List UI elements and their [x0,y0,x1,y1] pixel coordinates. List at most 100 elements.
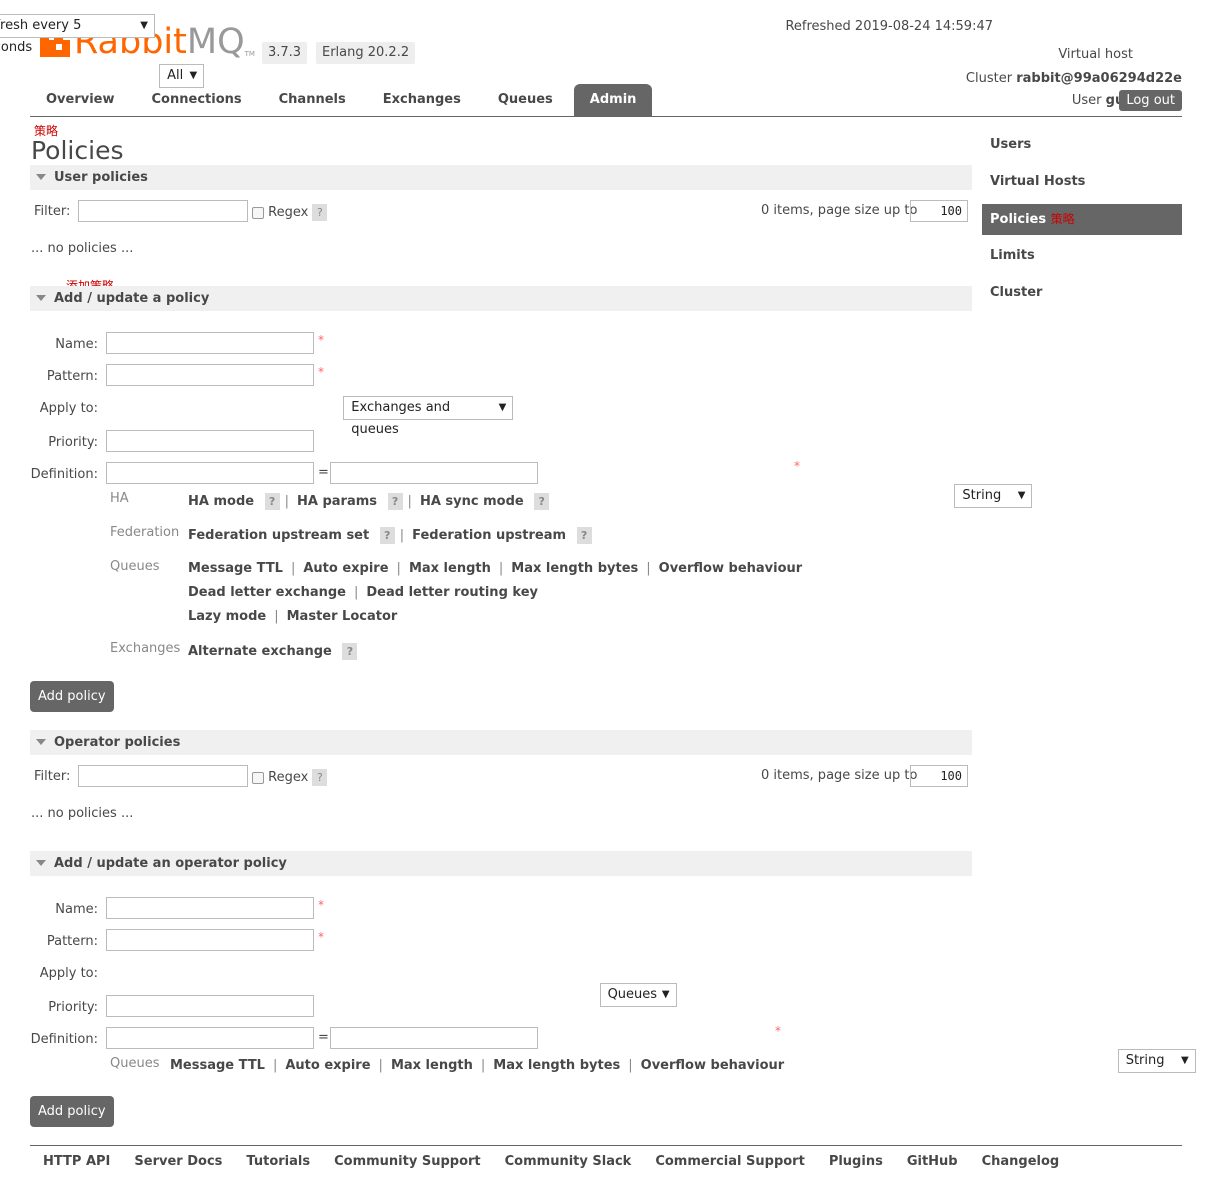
option-auto-expire[interactable]: Auto expire [285,1058,370,1073]
apply-to-select[interactable]: Exchanges and queues ▼ [343,396,514,437]
tab-queues[interactable]: Queues [482,84,569,116]
footer-link-plugins[interactable]: Plugins [817,1146,895,1178]
tab-exchanges[interactable]: Exchanges [367,84,477,116]
footer-link-http-api[interactable]: HTTP API [31,1146,122,1178]
sidebar-policies-annotation: 策略 [1050,212,1075,226]
option-dead-letter-routing-key[interactable]: Dead letter routing key [366,585,538,600]
page-title: Policies [31,136,124,165]
footer-link-community-support[interactable]: Community Support [322,1146,493,1178]
sidebar-item-limits[interactable]: Limits [982,240,1182,271]
regex-checkbox[interactable] [252,206,264,219]
separator: | [480,1058,486,1073]
help-icon[interactable]: ? [576,527,592,544]
option-ha-mode[interactable]: HA mode [188,494,254,509]
page-size-input[interactable]: 100 [910,765,968,787]
definition-type-select[interactable]: String ▼ [954,484,1033,508]
sidebar-item-label: Policies [990,212,1047,227]
footer-link-changelog[interactable]: Changelog [970,1146,1072,1178]
help-icon[interactable]: ? [312,204,328,221]
add-policy-header[interactable]: Add / update a policy [30,286,972,311]
operator-definition-key-input[interactable] [106,1027,314,1049]
option-max-length-bytes[interactable]: Max length bytes [493,1058,620,1073]
operator-policy-name-input[interactable] [106,897,314,919]
option-master-locator[interactable]: Master Locator [287,609,398,624]
help-icon[interactable]: ? [379,527,395,544]
footer-link-tutorials[interactable]: Tutorials [234,1146,322,1178]
definition-key-input[interactable] [106,462,314,484]
tab-connections[interactable]: Connections [136,84,258,116]
operator-definition-type-select[interactable]: String ▼ [1117,1049,1196,1073]
tab-admin[interactable]: Admin [573,84,653,116]
option-message-ttl[interactable]: Message TTL [170,1058,265,1073]
option-overflow-behaviour[interactable]: Overflow behaviour [659,561,803,576]
operator-policy-priority-input[interactable] [106,995,314,1017]
operator-policy-pattern-input[interactable] [106,929,314,951]
regex-checkbox[interactable] [252,771,264,784]
option-overflow-behaviour[interactable]: Overflow behaviour [641,1058,785,1073]
option-message-ttl[interactable]: Message TTL [188,561,283,576]
group-ha: HA [110,491,129,506]
footer-link-commercial-support[interactable]: Commercial Support [643,1146,817,1178]
add-policy-title: Add / update a policy [54,291,210,306]
option-max-length-bytes[interactable]: Max length bytes [511,561,638,576]
option-auto-expire[interactable]: Auto expire [303,561,388,576]
footer-link-community-slack[interactable]: Community Slack [493,1146,644,1178]
option-alternate-exchange[interactable]: Alternate exchange [188,644,332,659]
policy-name-input[interactable] [106,332,314,354]
user-policies-header[interactable]: User policies [30,165,972,190]
regex-option: Regex ? [252,769,328,786]
help-icon[interactable]: ? [387,493,403,510]
tab-overview[interactable]: Overview [30,84,131,116]
user-policies-title: User policies [54,170,148,185]
footer-link-github[interactable]: GitHub [895,1146,970,1178]
sidebar-item-cluster[interactable]: Cluster [982,277,1182,308]
vhost-label: Virtual host [1058,47,1133,62]
help-icon[interactable]: ? [534,493,550,510]
help-icon[interactable]: ? [312,769,328,786]
option-federation-upstream[interactable]: Federation upstream [412,528,566,543]
name-label: Name: [55,902,98,917]
tab-channels[interactable]: Channels [263,84,362,116]
option-lazy-mode[interactable]: Lazy mode [188,609,266,624]
help-icon[interactable]: ? [342,643,358,660]
user-policies-filter-input[interactable] [78,200,248,222]
collapse-triangle-icon [36,294,46,301]
erlang-badge: Erlang 20.2.2 [316,42,416,64]
footer-link-server-docs[interactable]: Server Docs [122,1146,234,1178]
sidebar-item-policies[interactable]: Policies 策略 [982,204,1182,235]
option-max-length[interactable]: Max length [391,1058,473,1073]
name-label: Name: [55,337,98,352]
operator-apply-to-select[interactable]: Queues ▼ [599,983,677,1007]
refresh-select[interactable]: Refresh every 5 seconds ▼ [0,14,155,55]
option-ha-sync-mode[interactable]: HA sync mode [420,494,524,509]
chevron-down-icon: ▼ [1017,490,1026,501]
federation-options: Federation upstream set ? | Federation ups… [188,527,592,544]
definition-type-value: String [962,488,1002,503]
option-max-length[interactable]: Max length [409,561,491,576]
add-operator-policy-header[interactable]: Add / update an operator policy [30,851,972,876]
collapse-triangle-icon [36,173,46,180]
queue-options-row-3: Lazy mode | Master Locator [188,609,397,624]
separator: | [407,494,412,509]
operator-policies-filter-input[interactable] [78,765,248,787]
help-icon[interactable]: ? [264,493,280,510]
option-federation-upstream-set[interactable]: Federation upstream set [188,528,369,543]
required-star: * [318,365,324,379]
add-operator-policy-button[interactable]: Add policy [30,1096,114,1127]
operator-policies-header[interactable]: Operator policies [30,730,972,755]
add-policy-button[interactable]: Add policy [30,681,114,712]
main-tabs: Overview Connections Channels Exchanges … [30,84,1182,117]
required-star: * [318,333,324,347]
definition-value-input[interactable] [330,462,538,484]
page-size-input[interactable]: 100 [910,200,968,222]
logo-text-mq: MQ [186,22,245,62]
separator: | [498,561,504,576]
regex-label: Regex [268,770,309,785]
option-dead-letter-exchange[interactable]: Dead letter exchange [188,585,346,600]
sidebar-item-users[interactable]: Users [982,129,1182,160]
operator-definition-value-input[interactable] [330,1027,538,1049]
policy-pattern-input[interactable] [106,364,314,386]
option-ha-params[interactable]: HA params [297,494,377,509]
sidebar-item-virtual-hosts[interactable]: Virtual Hosts [982,166,1182,197]
policy-priority-input[interactable] [106,430,314,452]
